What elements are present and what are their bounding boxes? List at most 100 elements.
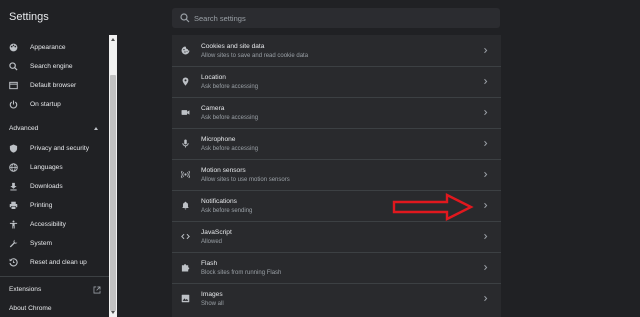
scrollbar-thumb[interactable] xyxy=(110,75,116,311)
chevron-right-icon xyxy=(484,47,488,54)
site-settings-panel: Cookies and site data Allow sites to sav… xyxy=(172,35,501,317)
setting-row-images[interactable]: Images Show all xyxy=(172,283,501,314)
sidebar-item-appearance[interactable]: Appearance xyxy=(0,38,109,56)
cookie-icon xyxy=(181,46,190,55)
sidebar-item-label: Privacy and security xyxy=(30,144,89,152)
setting-row-javascript[interactable]: JavaScript Allowed xyxy=(172,221,501,252)
divider xyxy=(172,128,501,129)
chevron-right-icon xyxy=(484,171,488,178)
setting-title: JavaScript xyxy=(201,229,232,236)
sidebar-item-label: Accessibility xyxy=(30,220,66,228)
shield-icon xyxy=(9,144,18,153)
chevron-right-icon xyxy=(484,202,488,209)
sidebar-item-label: Reset and clean up xyxy=(30,258,87,266)
sidebar-item-reset[interactable]: Reset and clean up xyxy=(0,253,109,271)
setting-title: Images xyxy=(201,291,223,298)
sidebar-item-label: Search engine xyxy=(30,62,73,70)
bell-icon xyxy=(182,201,189,210)
code-icon xyxy=(181,233,190,240)
sidebar-item-system[interactable]: System xyxy=(0,234,109,252)
divider xyxy=(172,252,501,253)
setting-subtitle: Ask before sending xyxy=(201,208,253,214)
sidebar-item-accessibility[interactable]: Accessibility xyxy=(0,215,109,233)
globe-icon xyxy=(9,162,18,172)
chevron-right-icon xyxy=(484,264,488,271)
setting-row-location[interactable]: Location Ask before accessing xyxy=(172,66,501,97)
setting-row-motion-sensors[interactable]: Motion sensors Allow sites to use motion… xyxy=(172,159,501,190)
sidebar-item-label: Appearance xyxy=(30,43,66,51)
top-bar: Settings xyxy=(0,0,640,35)
download-icon xyxy=(10,182,17,190)
chevron-right-icon xyxy=(484,295,488,302)
divider xyxy=(172,159,501,160)
setting-row-flash[interactable]: Flash Block sites from running Flash xyxy=(172,252,501,283)
puzzle-icon xyxy=(181,264,190,272)
reset-icon xyxy=(9,257,18,266)
image-icon xyxy=(181,294,190,303)
sidebar-item-search-engine[interactable]: Search engine xyxy=(0,57,109,75)
chevron-right-icon xyxy=(484,233,488,240)
microphone-icon xyxy=(182,139,189,148)
sidebar-item-about-chrome[interactable]: About Chrome xyxy=(9,305,52,312)
sidebar-item-printing[interactable]: Printing xyxy=(0,196,109,214)
setting-title: Location xyxy=(201,74,226,81)
sidebar-item-languages[interactable]: Languages xyxy=(0,158,109,176)
browser-icon xyxy=(9,81,18,89)
chevron-right-icon xyxy=(484,78,488,85)
search-input[interactable] xyxy=(194,11,484,25)
chevron-right-icon xyxy=(484,109,488,116)
divider xyxy=(0,276,109,277)
location-pin-icon xyxy=(182,77,189,86)
sidebar-item-privacy[interactable]: Privacy and security xyxy=(0,139,109,157)
palette-icon xyxy=(9,43,18,51)
setting-subtitle: Show all xyxy=(201,301,224,307)
setting-subtitle: Ask before accessing xyxy=(201,115,259,121)
camera-icon xyxy=(181,110,190,115)
chevron-up-icon[interactable] xyxy=(94,127,98,130)
setting-subtitle: Block sites from running Flash xyxy=(201,270,282,276)
motion-sensor-icon xyxy=(181,170,190,179)
setting-subtitle: Allowed xyxy=(201,239,223,245)
setting-row-microphone[interactable]: Microphone Ask before accessing xyxy=(172,128,501,159)
power-icon xyxy=(9,100,18,109)
setting-title: Motion sensors xyxy=(201,167,246,174)
setting-subtitle: Ask before accessing xyxy=(201,146,259,152)
setting-title: Flash xyxy=(201,260,218,267)
setting-subtitle: Allow sites to save and read cookie data xyxy=(201,53,309,59)
sidebar-scrollbar[interactable] xyxy=(109,35,117,317)
search-icon xyxy=(180,13,190,23)
setting-title: Camera xyxy=(201,105,225,112)
setting-title: Cookies and site data xyxy=(201,43,265,50)
sidebar-item-downloads[interactable]: Downloads xyxy=(0,177,109,195)
divider xyxy=(172,190,501,191)
sidebar-item-label: Languages xyxy=(30,163,63,171)
sidebar-item-default-browser[interactable]: Default browser xyxy=(0,76,109,94)
sidebar-item-on-startup[interactable]: On startup xyxy=(0,95,109,113)
divider xyxy=(172,221,501,222)
sidebar: Appearance Search engine Default browser… xyxy=(0,35,109,317)
scroll-up-arrow-icon[interactable] xyxy=(111,38,115,41)
setting-subtitle: Allow sites to use motion sensors xyxy=(201,177,290,183)
setting-title: Microphone xyxy=(201,136,236,143)
sidebar-item-extensions[interactable]: Extensions xyxy=(9,286,41,293)
advanced-section-header[interactable]: Advanced xyxy=(9,125,38,132)
chevron-right-icon xyxy=(484,140,488,147)
annotation-arrow-icon xyxy=(392,193,474,221)
accessibility-icon xyxy=(9,219,18,229)
setting-row-cookies[interactable]: Cookies and site data Allow sites to sav… xyxy=(172,35,501,66)
sidebar-item-label: Printing xyxy=(30,201,53,209)
search-icon xyxy=(9,61,18,71)
scroll-down-arrow-icon[interactable] xyxy=(111,311,115,314)
sidebar-item-label: System xyxy=(30,239,52,247)
external-link-icon[interactable] xyxy=(93,286,101,294)
divider xyxy=(172,283,501,284)
printer-icon xyxy=(9,201,18,210)
setting-row-camera[interactable]: Camera Ask before accessing xyxy=(172,97,501,128)
page-title: Settings xyxy=(9,11,49,23)
setting-subtitle: Ask before accessing xyxy=(201,84,259,90)
setting-title: Notifications xyxy=(201,198,237,205)
divider xyxy=(172,97,501,98)
search-box[interactable] xyxy=(172,8,500,28)
sidebar-item-label: On startup xyxy=(30,100,61,108)
divider xyxy=(172,66,501,67)
